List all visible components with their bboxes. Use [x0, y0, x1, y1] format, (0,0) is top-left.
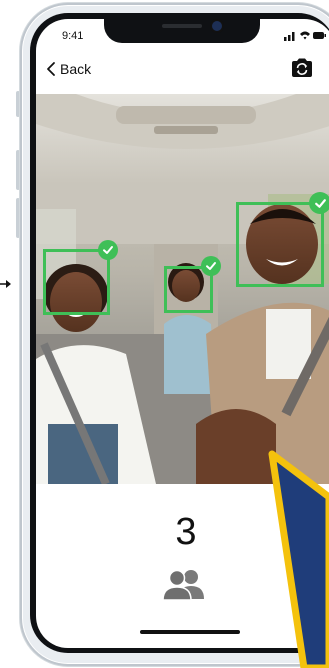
- face-detection-box: [236, 202, 324, 287]
- battery-icon: [313, 32, 324, 39]
- signal-icon: [284, 37, 287, 41]
- screenshot-stage: 9:41 Back 3: [0, 0, 329, 668]
- people-icon: [162, 569, 204, 601]
- arrow-right-icon: [0, 280, 11, 288]
- camera-flip-icon[interactable]: [290, 57, 314, 79]
- front-camera: [212, 21, 222, 31]
- check-icon: [309, 192, 329, 214]
- status-icons: [284, 31, 326, 41]
- face-count: 3: [175, 511, 197, 553]
- check-icon: [98, 240, 118, 260]
- chevron-left-icon: [47, 62, 55, 76]
- app-screen: 9:41 Back 3: [36, 19, 329, 648]
- face-detection-box: [43, 249, 110, 315]
- speaker-grille: [162, 24, 202, 28]
- home-indicator: [140, 630, 240, 634]
- status-time: 9:41: [62, 30, 84, 42]
- back-label: Back: [60, 61, 92, 77]
- wifi-icon: [300, 31, 310, 40]
- camera-preview: [36, 94, 329, 484]
- check-icon: [201, 256, 221, 276]
- back-button[interactable]: Back: [46, 61, 91, 77]
- phone-notch: [104, 19, 260, 43]
